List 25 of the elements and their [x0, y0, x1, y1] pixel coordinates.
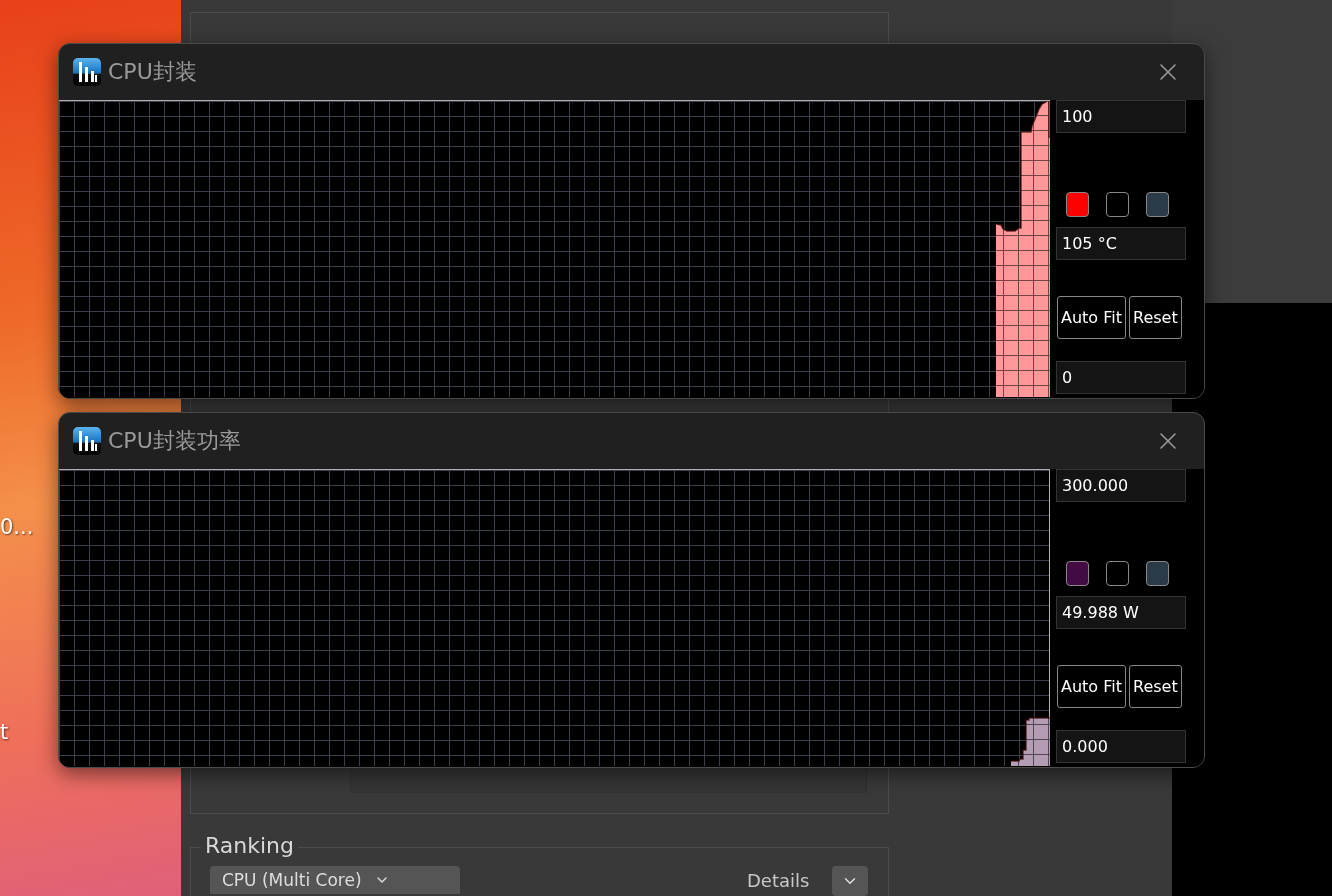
reset-button[interactable]: Reset	[1129, 665, 1182, 708]
details-label: Details	[747, 870, 810, 891]
app-icon	[73, 58, 101, 86]
area-graph	[1010, 717, 1050, 766]
max-value-field[interactable]: 300.000	[1056, 469, 1186, 502]
benchmark-dropdown[interactable]: CPU (Multi Core)	[210, 866, 460, 894]
app-icon	[73, 427, 101, 455]
current-value-field: 49.988 W	[1056, 596, 1186, 629]
current-value-field: 105 °C	[1056, 227, 1186, 260]
desktop-icon-label: 0...	[0, 515, 34, 539]
reset-button[interactable]: Reset	[1129, 296, 1182, 339]
auto-fit-button[interactable]: Auto Fit	[1057, 665, 1126, 708]
color-swatch[interactable]	[1146, 192, 1169, 217]
color-swatch[interactable]	[1106, 192, 1129, 217]
color-swatch[interactable]	[1066, 192, 1089, 217]
color-swatch[interactable]	[1106, 561, 1129, 586]
desktop-icon-label: t	[0, 720, 9, 744]
min-value-field[interactable]: 0.000	[1056, 730, 1186, 763]
color-swatch[interactable]	[1066, 561, 1089, 586]
window-title: CPU封装功率	[108, 427, 242, 455]
max-value-field[interactable]: 100	[1056, 100, 1186, 133]
window-title: CPU封装	[108, 58, 198, 86]
auto-fit-button[interactable]: Auto Fit	[1057, 296, 1126, 339]
color-swatch[interactable]	[1146, 561, 1169, 586]
min-value-field[interactable]: 0	[1056, 361, 1186, 394]
